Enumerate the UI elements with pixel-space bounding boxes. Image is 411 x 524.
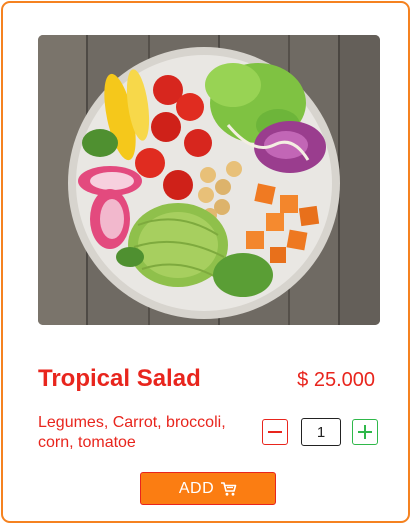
increment-button[interactable] — [352, 419, 378, 445]
cart-icon — [221, 481, 237, 496]
plus-icon — [358, 425, 372, 439]
quantity-input[interactable] — [301, 418, 341, 446]
product-image — [38, 35, 380, 325]
product-description: Legumes, Carrot, broccoli, corn, tomatoe — [38, 414, 226, 451]
add-to-cart-button[interactable]: ADD — [140, 472, 276, 505]
minus-icon — [268, 431, 282, 433]
add-button-label: ADD — [178, 479, 215, 497]
product-price: $ 25.000 — [297, 369, 375, 391]
decrement-button[interactable] — [262, 419, 288, 445]
product-title: Tropical Salad — [38, 365, 201, 392]
product-card: Tropical Salad $ 25.000 Legumes, Carrot,… — [1, 1, 410, 523]
